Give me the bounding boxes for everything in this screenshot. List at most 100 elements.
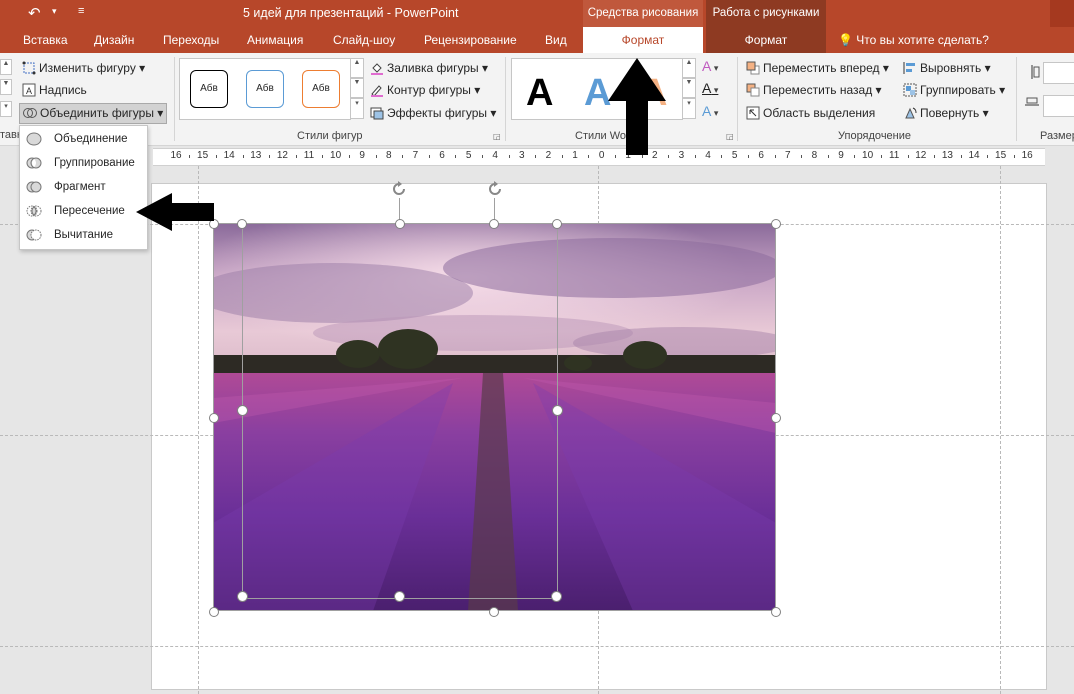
vertical-guide[interactable] <box>198 166 199 694</box>
horizontal-ruler: 16 15 14 13 12 11 10 9 8 7 6 5 4 3 2 1 0 1 2 3 4 5 6 7 8 9 10 11 12 1… <box>153 148 1045 166</box>
chevron-down-icon: ▾ <box>872 83 882 97</box>
resize-handle[interactable] <box>552 405 563 416</box>
bring-forward-label: Переместить вперед <box>763 61 880 75</box>
selection-pane-button[interactable]: Область выделения <box>746 103 875 123</box>
shape-height-input[interactable] <box>1043 62 1074 84</box>
text-effects-letter: A <box>702 103 712 119</box>
ruler-tick-label: 7 <box>412 150 419 161</box>
ruler-minor-tick <box>535 155 537 158</box>
ruler-minor-tick <box>614 155 616 158</box>
ruler-minor-tick <box>561 155 563 158</box>
menu-item-fragment[interactable]: Фрагмент <box>20 175 147 199</box>
shape-style-black[interactable]: Абв <box>190 70 228 108</box>
shape-style-orange[interactable]: Абв <box>302 70 340 108</box>
tell-me-search[interactable]: 💡 Что вы хотите сделать? <box>838 27 989 53</box>
resize-handle[interactable] <box>209 413 219 423</box>
resize-handle[interactable] <box>237 219 247 229</box>
undo-icon[interactable]: ↶ <box>28 4 41 22</box>
resize-handle[interactable] <box>771 413 781 423</box>
tab-review[interactable]: Рецензирование <box>424 27 517 53</box>
resize-handle[interactable] <box>209 607 219 617</box>
tab-animations[interactable]: Анимация <box>247 27 303 53</box>
horizontal-guide[interactable] <box>0 646 1074 647</box>
menu-item-subtract[interactable]: Вычитание <box>20 223 147 247</box>
group-button[interactable]: Группировать ▾ <box>903 80 1005 100</box>
customize-qat-icon[interactable]: ≡ <box>78 5 84 17</box>
menu-item-intersect[interactable]: Пересечение <box>20 199 147 223</box>
resize-handle[interactable] <box>489 219 499 229</box>
group-objects-icon <box>903 83 917 97</box>
ruler-tick-label: 0 <box>598 150 605 161</box>
shape-width-input[interactable] <box>1043 95 1074 117</box>
ruler-minor-tick <box>481 155 483 158</box>
tab-slideshow[interactable]: Слайд-шоу <box>333 27 395 53</box>
resize-handle[interactable] <box>551 591 562 602</box>
align-button[interactable]: Выровнять ▾ <box>903 58 991 78</box>
text-box-button[interactable]: A Надпись <box>22 80 87 100</box>
shape-styles-scroll-up[interactable]: ▲ <box>350 58 364 78</box>
edit-shape-button[interactable]: Изменить фигуру ▾ <box>22 58 145 78</box>
shape-styles-more[interactable]: ▾ <box>350 98 364 119</box>
resize-handle[interactable] <box>771 607 781 617</box>
ruler-minor-tick <box>269 155 271 158</box>
ruler-minor-tick <box>880 155 882 158</box>
tab-format-picture[interactable]: Формат <box>706 27 826 53</box>
text-fill-icon[interactable]: A ▾ <box>702 58 718 74</box>
menu-item-combine[interactable]: Группирование <box>20 151 147 175</box>
picture-selection-outline[interactable] <box>213 223 776 611</box>
bring-forward-button[interactable]: Переместить вперед ▾ <box>746 58 889 78</box>
tab-transitions[interactable]: Переходы <box>163 27 219 53</box>
window-control-button[interactable] <box>1050 0 1074 27</box>
shape-fill-button[interactable]: Заливка фигуры ▾ <box>370 58 488 78</box>
shape-styles-scroll-down[interactable]: ▼ <box>350 78 364 98</box>
ruler-minor-tick <box>641 155 643 158</box>
fragment-icon <box>26 181 42 193</box>
wordart-scroll-up[interactable]: ▲ <box>682 58 696 78</box>
menu-item-union[interactable]: Объединение <box>20 127 147 151</box>
combine-icon <box>26 157 42 169</box>
title-bar: ↶ ▾ ≡ 5 идей для презентаций - PowerPoin… <box>0 0 1074 27</box>
resize-handle[interactable] <box>552 219 562 229</box>
rotate-button[interactable]: Повернуть ▾ <box>903 103 989 123</box>
shape-outline-button[interactable]: Контур фигуры ▾ <box>370 80 480 100</box>
tab-format-drawing[interactable]: Формат <box>583 27 703 53</box>
resize-handle[interactable] <box>237 591 248 602</box>
ruler-minor-tick <box>1013 155 1015 158</box>
ruler-tick-label: 11 <box>303 150 315 161</box>
send-backward-button[interactable]: Переместить назад ▾ <box>746 80 882 100</box>
text-effects-icon[interactable]: A ▾ <box>702 103 718 119</box>
tab-view[interactable]: Вид <box>545 27 567 53</box>
gallery-scroll-down[interactable]: ▼ <box>0 79 12 95</box>
resize-handle[interactable] <box>237 405 248 416</box>
merge-shapes-button[interactable]: Объединить фигуры ▾ <box>19 103 168 124</box>
text-outline-letter: A <box>702 80 712 96</box>
gallery-scroll-up[interactable]: ▲ <box>0 59 12 75</box>
intersect-icon <box>26 205 42 217</box>
up-arrow-annotation <box>608 58 666 155</box>
resize-handle[interactable] <box>395 219 405 229</box>
undo-dropdown-icon[interactable]: ▾ <box>52 6 57 17</box>
wordart-scroll-down[interactable]: ▼ <box>682 78 696 98</box>
group-label-arrange: Упорядочение <box>838 130 911 142</box>
dialog-launcher-icon[interactable]: ◲ <box>493 132 501 141</box>
resize-handle[interactable] <box>489 607 499 617</box>
height-icon <box>1024 64 1040 80</box>
tab-design[interactable]: Дизайн <box>94 27 134 53</box>
shape-style-blue[interactable]: Абв <box>246 70 284 108</box>
shape-effects-button[interactable]: Эффекты фигуры ▾ <box>370 103 496 123</box>
text-fill-letter: A <box>702 58 712 74</box>
rotate-handle-icon[interactable] <box>486 180 504 198</box>
tab-insert[interactable]: Вставка <box>23 27 68 53</box>
ruler-tick-label: 8 <box>811 150 818 161</box>
dialog-launcher-icon[interactable]: ◲ <box>726 132 734 141</box>
chevron-down-icon: ▾ <box>135 61 146 75</box>
resize-handle[interactable] <box>394 591 405 602</box>
wordart-more[interactable]: ▾ <box>682 98 696 119</box>
rotate-handle-icon[interactable] <box>390 180 408 198</box>
gallery-more[interactable]: ▾ <box>0 101 12 117</box>
group-label: Группировать <box>920 83 996 97</box>
resize-handle[interactable] <box>771 219 781 229</box>
text-outline-icon[interactable]: A ▾ <box>702 80 718 96</box>
vertical-guide[interactable] <box>1000 166 1001 694</box>
ruler-tick-label: 1 <box>572 150 578 161</box>
